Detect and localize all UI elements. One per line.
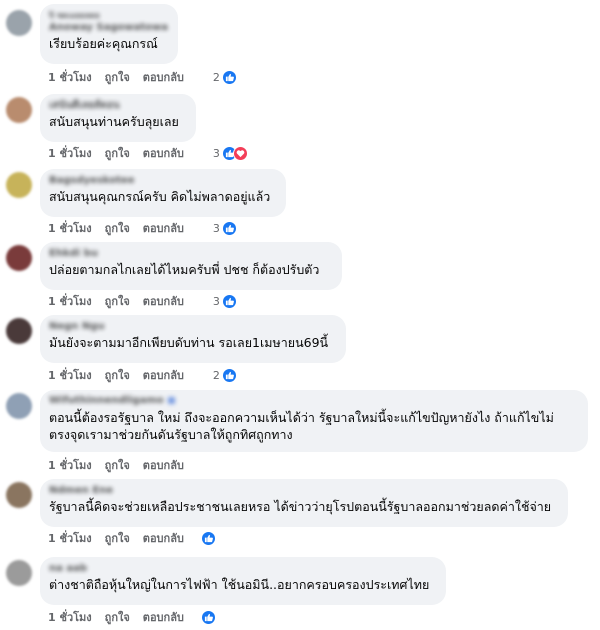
comment-text: เรียบร้อยค่ะคุณกรณ์ bbox=[49, 36, 158, 51]
commenter-name[interactable]: Ndmen Ene bbox=[49, 485, 558, 497]
reaction-count[interactable]: 3 bbox=[213, 293, 237, 309]
like-button[interactable]: ถูกใจ bbox=[105, 608, 130, 626]
commenter-name[interactable]: Ehkdi bu bbox=[49, 248, 332, 260]
comment-bubble: Negn Ngu มันยังจะตามมาอีกเพียบดับท่าน รอ… bbox=[40, 315, 346, 363]
comment-actions: 1 ชั่วโมง ถูกใจ ตอบกลับ 2 bbox=[48, 366, 237, 384]
commenter-name[interactable]: Wifuthinnendligamo bbox=[49, 395, 578, 407]
reply-button[interactable]: ตอบกลับ bbox=[143, 144, 184, 162]
reply-button[interactable]: ตอบกลับ bbox=[143, 456, 184, 474]
comment-text: ปล่อยตามกลไกเลยได้ไหมครับพี่ ปชช ก็ต้องป… bbox=[49, 262, 320, 277]
reaction-count[interactable]: 2 bbox=[213, 69, 237, 85]
like-button[interactable]: ถูกใจ bbox=[105, 529, 130, 547]
comment-bubble: Ndmen Ene รัฐบาลนี้คิดจะช่วยเหลือประชาชน… bbox=[40, 479, 568, 527]
verified-badge-icon bbox=[167, 396, 175, 404]
avatar[interactable] bbox=[6, 318, 32, 344]
comment-time[interactable]: 1 ชั่วโมง bbox=[48, 366, 92, 384]
comment-actions: 1 ชั่วโมง ถูกใจ ตอบกลับ bbox=[48, 456, 197, 474]
comment-bubble: Bagsdyeskotee สนับสนุนคุณกรณ์ครับ คิดไม่… bbox=[40, 169, 286, 217]
commenter-name[interactable]: ปิ ชดเมยยลดย bbox=[49, 10, 168, 22]
like-button[interactable]: ถูกใจ bbox=[105, 68, 130, 86]
avatar[interactable] bbox=[6, 172, 32, 198]
comment-bubble: เสนันดีเลยส์ดอน สนับสนุนท่านครับลุยเลย bbox=[40, 94, 196, 142]
like-button[interactable]: ถูกใจ bbox=[105, 219, 130, 237]
like-button[interactable]: ถูกใจ bbox=[105, 456, 130, 474]
avatar[interactable] bbox=[6, 393, 32, 419]
comment-text: รัฐบาลนี้คิดจะช่วยเหลือประชาชนเลยหรอ ได้… bbox=[49, 499, 552, 514]
comment-actions: 1 ชั่วโมง ถูกใจ ตอบกลับ 3 bbox=[48, 219, 237, 237]
comment-text: สนับสนุนท่านครับลุยเลย bbox=[49, 114, 179, 129]
commenter-name-secondary: Anoway Sagowatowa bbox=[49, 22, 169, 33]
comment-bubble: ปิ ชดเมยยลดย Anoway Sagowatowa เรียบร้อย… bbox=[40, 4, 178, 64]
comment-actions: 1 ชั่วโมง ถูกใจ ตอบกลับ bbox=[48, 529, 216, 547]
comment-actions: 1 ชั่วโมง ถูกใจ ตอบกลับ 2 bbox=[48, 68, 237, 86]
reaction-count[interactable] bbox=[200, 530, 216, 546]
like-reaction-icon bbox=[200, 609, 216, 625]
avatar[interactable] bbox=[6, 245, 32, 271]
commenter-name[interactable]: Bagsdyeskotee bbox=[49, 175, 276, 187]
comment-time[interactable]: 1 ชั่วโมง bbox=[48, 144, 92, 162]
comment-text: ต่างชาติถือหุ้นใหญ่ในการไฟฟ้า ใช้นอมินี.… bbox=[49, 577, 430, 592]
reaction-count[interactable] bbox=[200, 609, 216, 625]
avatar[interactable] bbox=[6, 560, 32, 586]
reply-button[interactable]: ตอบกลับ bbox=[143, 219, 184, 237]
commenter-name[interactable]: Negn Ngu bbox=[49, 321, 336, 333]
comment-text: มันยังจะตามมาอีกเพียบดับท่าน รอเลย1เมษาย… bbox=[49, 335, 329, 350]
comment-bubble: Ehkdi bu ปล่อยตามกลไกเลยได้ไหมครับพี่ ปช… bbox=[40, 242, 342, 290]
commenter-name[interactable]: เสนันดีเลยส์ดอน bbox=[49, 100, 186, 112]
comment-time[interactable]: 1 ชั่วโมง bbox=[48, 529, 92, 547]
love-reaction-icon bbox=[232, 145, 248, 161]
like-button[interactable]: ถูกใจ bbox=[105, 292, 130, 310]
comment-text-line-2: ตรงจุดเรามาช่วยกันดันรัฐบาลให้ถูกทิศถูกท… bbox=[49, 427, 293, 442]
comment-time[interactable]: 1 ชั่วโมง bbox=[48, 219, 92, 237]
reply-button[interactable]: ตอบกลับ bbox=[143, 292, 184, 310]
comment-actions: 1 ชั่วโมง ถูกใจ ตอบกลับ 3 bbox=[48, 292, 237, 310]
like-reaction-icon bbox=[200, 530, 216, 546]
like-reaction-icon bbox=[221, 367, 237, 383]
like-reaction-icon bbox=[221, 69, 237, 85]
like-button[interactable]: ถูกใจ bbox=[105, 366, 130, 384]
like-reaction-icon bbox=[221, 293, 237, 309]
comment-time[interactable]: 1 ชั่วโมง bbox=[48, 68, 92, 86]
comment-time[interactable]: 1 ชั่วโมง bbox=[48, 292, 92, 310]
avatar[interactable] bbox=[6, 97, 32, 123]
like-reaction-icon bbox=[221, 220, 237, 236]
reaction-count[interactable]: 2 bbox=[213, 367, 237, 383]
reply-button[interactable]: ตอบกลับ bbox=[143, 366, 184, 384]
comment-bubble: Wifuthinnendligamo ตอนนี้ต้องรอรัฐบาล ให… bbox=[40, 390, 588, 452]
commenter-name[interactable]: na aab bbox=[49, 563, 436, 575]
comment-text-line-1: ตอนนี้ต้องรอรัฐบาล ใหม่ ถึงจะออกความเห็น… bbox=[49, 410, 554, 425]
reply-button[interactable]: ตอบกลับ bbox=[143, 608, 184, 626]
comment-actions: 1 ชั่วโมง ถูกใจ ตอบกลับ 3 bbox=[48, 144, 248, 162]
comment-time[interactable]: 1 ชั่วโมง bbox=[48, 456, 92, 474]
comment-time[interactable]: 1 ชั่วโมง bbox=[48, 608, 92, 626]
like-button[interactable]: ถูกใจ bbox=[105, 144, 130, 162]
avatar[interactable] bbox=[6, 10, 32, 36]
reply-button[interactable]: ตอบกลับ bbox=[143, 529, 184, 547]
reply-button[interactable]: ตอบกลับ bbox=[143, 68, 184, 86]
comment-actions: 1 ชั่วโมง ถูกใจ ตอบกลับ bbox=[48, 608, 216, 626]
reaction-count[interactable]: 3 bbox=[213, 145, 248, 161]
avatar[interactable] bbox=[6, 482, 32, 508]
comment-bubble: na aab ต่างชาติถือหุ้นใหญ่ในการไฟฟ้า ใช้… bbox=[40, 557, 446, 605]
reaction-count[interactable]: 3 bbox=[213, 220, 237, 236]
comment-text: สนับสนุนคุณกรณ์ครับ คิดไม่พลาดอยู่แล้ว bbox=[49, 189, 271, 204]
